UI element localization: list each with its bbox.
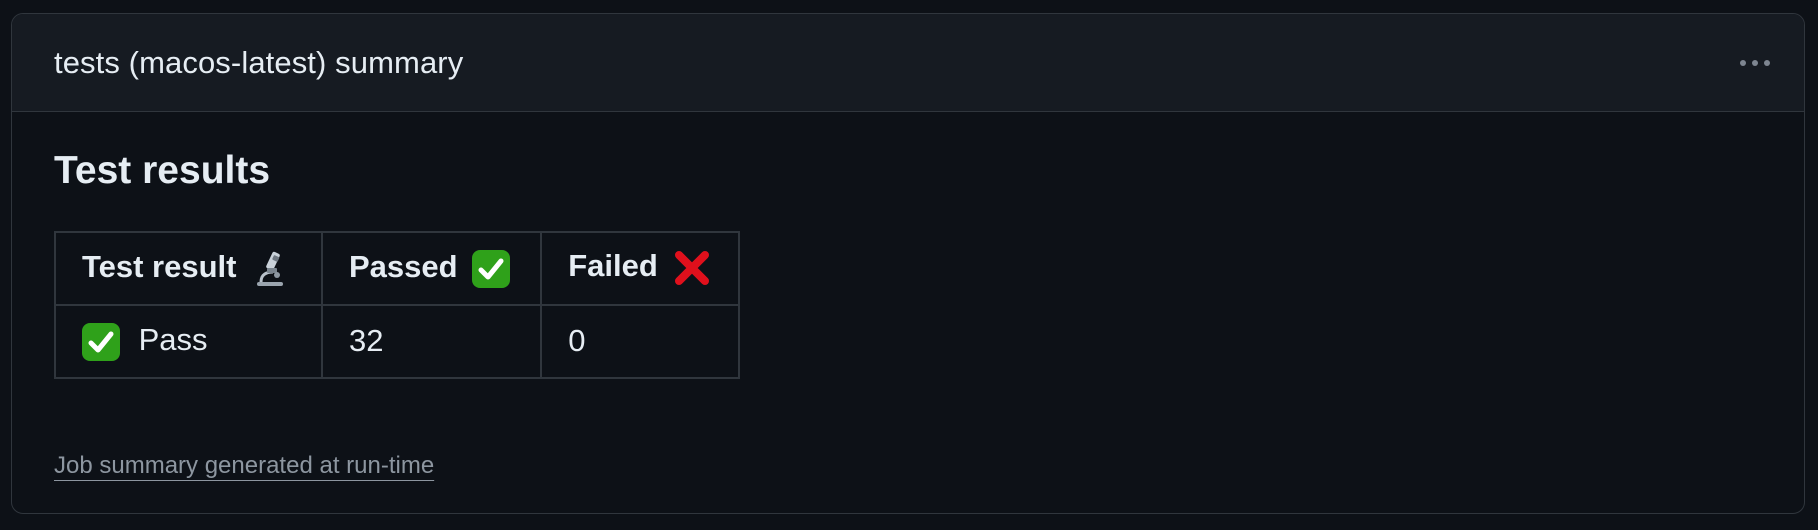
card-title: tests (macos-latest) summary xyxy=(54,44,464,80)
microscope-icon xyxy=(253,250,287,288)
card-body: Test results Test result Passed Failed P… xyxy=(12,148,1804,379)
header-failed: Failed xyxy=(540,230,741,306)
cell-failed: 0 xyxy=(540,303,741,379)
card-header: tests (macos-latest) summary xyxy=(12,14,1804,112)
header-label: Failed xyxy=(568,248,658,284)
results-table: Test result Passed Failed Pass 32 0 xyxy=(54,230,741,379)
table-row: Pass 32 0 xyxy=(54,303,741,379)
kebab-horizontal-icon[interactable] xyxy=(1736,52,1774,74)
cross-mark-icon xyxy=(672,248,712,288)
job-summary-link[interactable]: Job summary generated at run-time xyxy=(54,452,434,480)
table-header-row: Test result Passed Failed xyxy=(54,230,741,306)
job-summary-card: tests (macos-latest) summary Test result… xyxy=(11,13,1805,514)
header-label: Passed xyxy=(349,248,458,284)
header-passed: Passed xyxy=(320,230,543,306)
cell-result: Pass xyxy=(54,303,323,379)
header-test-result: Test result xyxy=(54,230,323,306)
cell-passed: 32 xyxy=(320,303,543,379)
section-heading: Test results xyxy=(54,149,271,192)
check-mark-button-icon xyxy=(82,322,120,361)
header-label: Test result xyxy=(82,248,237,284)
result-label: Pass xyxy=(138,321,208,357)
check-mark-button-icon xyxy=(472,249,511,288)
